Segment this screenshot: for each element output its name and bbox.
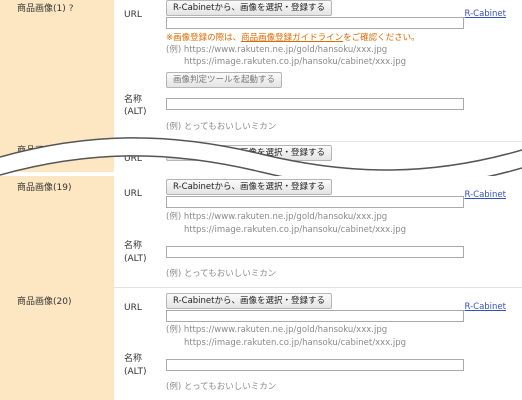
alt-label-alt: (ALT)	[124, 107, 147, 117]
url-label: URL	[124, 10, 142, 20]
rcabinet-link[interactable]: R-Cabinet	[465, 9, 506, 19]
url-label: URL	[124, 303, 142, 313]
row-title: 商品画像(19)	[17, 183, 72, 193]
row-body-cell: URL R-Cabinetから、画像を選択・登録する R-Cabinet (例)…	[114, 176, 522, 288]
image-url-input[interactable]	[166, 196, 464, 208]
alt-label-name: 名称	[124, 354, 143, 364]
example-url-2: https://image.rakuten.co.jp/hansoku/cabi…	[184, 338, 407, 348]
rcabinet-link[interactable]: R-Cabinet	[465, 190, 506, 200]
alt-label-alt: (ALT)	[124, 254, 147, 264]
help-icon[interactable]: ?	[69, 4, 74, 14]
row-title: 商品画像(1)?	[17, 4, 74, 14]
rcabinet-select-button[interactable]: R-Cabinetから、画像を選択・登録する	[166, 293, 332, 309]
row-label-cell: 商品画像(19)	[0, 176, 114, 288]
rcabinet-select-button[interactable]: R-Cabinetから、画像を選択・登録する	[166, 0, 332, 16]
url-label: URL	[124, 189, 142, 199]
alt-text-input[interactable]	[166, 359, 464, 371]
rcabinet-select-button[interactable]: R-Cabinetから、画像を選択・登録する	[166, 179, 332, 195]
image-judge-tool-button[interactable]: 画像判定ツールを起動する	[166, 72, 283, 88]
image-row-1: 商品画像(1)? URL R-Cabinetから、画像を選択・登録する R-Ca…	[0, 0, 522, 142]
example-url-1: (例) https://www.rakuten.ne.jp/gold/hanso…	[166, 325, 388, 335]
alt-label-name: 名称	[124, 95, 143, 105]
alt-text-input[interactable]	[166, 98, 464, 110]
example-url-2: https://image.rakuten.co.jp/hansoku/cabi…	[184, 225, 407, 235]
omitted-rows-wave	[0, 137, 522, 182]
row-title: 商品画像(20)	[17, 297, 72, 307]
alt-text-input[interactable]	[166, 246, 464, 258]
rcabinet-link[interactable]: R-Cabinet	[465, 302, 506, 312]
alt-example: (例) とってもおいしいミカン	[166, 382, 277, 392]
row-label-cell: 商品画像(20)	[0, 288, 114, 400]
image-row-20: 商品画像(20) URL R-Cabinetから、画像を選択・登録する R-Ca…	[0, 288, 522, 400]
row-body-cell: URL R-Cabinetから、画像を選択・登録する R-Cabinet ※画像…	[114, 0, 522, 142]
example-url-1: (例) https://www.rakuten.ne.jp/gold/hanso…	[166, 212, 388, 222]
alt-label-name: 名称	[124, 241, 143, 251]
alt-label-alt: (ALT)	[124, 367, 147, 377]
alt-example: (例) とってもおいしいミカン	[166, 269, 277, 279]
image-url-input[interactable]	[166, 17, 464, 29]
image-row-19: 商品画像(19) URL R-Cabinetから、画像を選択・登録する R-Ca…	[0, 176, 522, 288]
guideline-link[interactable]: 商品画像登録ガイドライン	[241, 33, 343, 43]
row-body-cell: URL R-Cabinetから、画像を選択・登録する R-Cabinet (例)…	[114, 288, 522, 400]
image-url-input[interactable]	[166, 310, 464, 322]
example-url-1: (例) https://www.rakuten.ne.jp/gold/hanso…	[166, 45, 388, 55]
example-url-2: https://image.rakuten.co.jp/hansoku/cabi…	[184, 57, 407, 67]
guideline-warning: ※画像登録の際は、商品画像登録ガイドラインをご確認ください。	[166, 33, 420, 43]
row-label-cell: 商品画像(1)?	[0, 0, 114, 142]
